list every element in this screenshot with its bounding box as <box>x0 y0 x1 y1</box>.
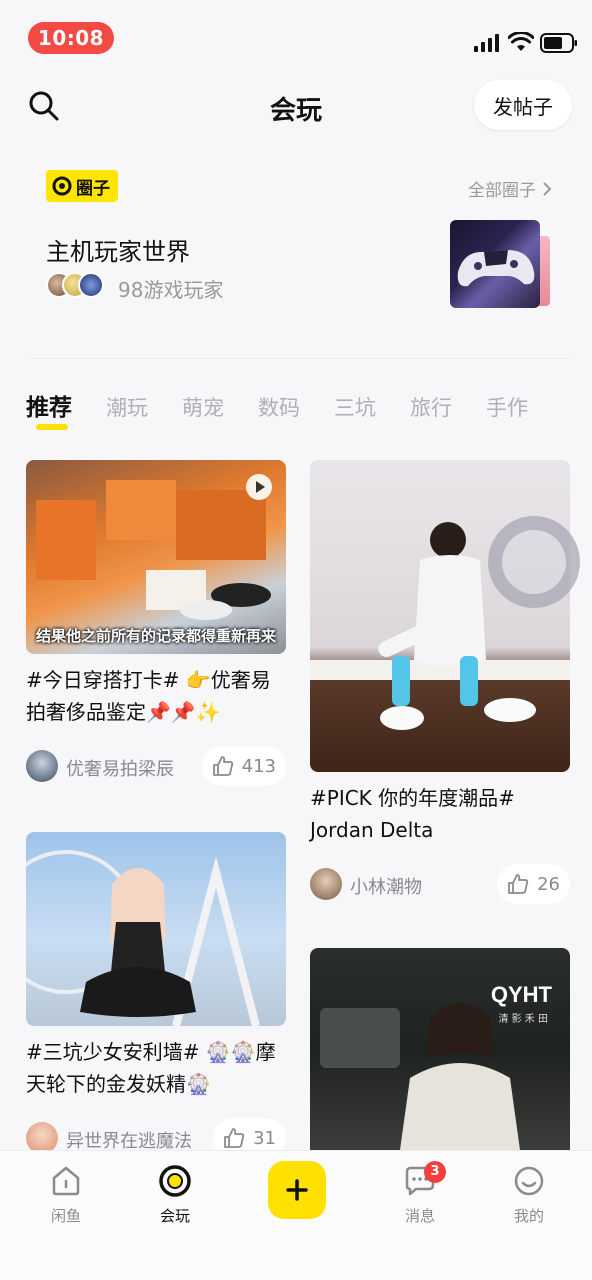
member-avatars <box>46 272 110 300</box>
nav-home[interactable]: 闲鱼 <box>26 1163 106 1226</box>
post-author-row: 优奢易拍梁辰 413 <box>26 746 286 786</box>
post-image <box>26 832 286 1026</box>
post-title: #PICK 你的年度潮品# Jordan Delta <box>310 786 515 842</box>
all-circles-link[interactable]: 全部圈子 <box>468 176 552 201</box>
feed-card[interactable]: QYHT 清 影 禾 田 <box>310 948 570 1150</box>
nav-messages-label: 消息 <box>404 1207 435 1225</box>
category-tabs: 推荐 潮玩 萌宠 数码 三坑 旅行 手作 <box>26 388 592 436</box>
tab-trendy-toys[interactable]: 潮玩 <box>106 392 148 422</box>
post-image: 结果他之前所有的记录都得重新再来 <box>26 460 286 654</box>
avatar[interactable] <box>26 750 58 782</box>
nav-mine-label: 我的 <box>513 1207 544 1225</box>
divider <box>28 358 570 359</box>
status-bar: 10:08 <box>0 0 592 76</box>
battery-icon <box>540 33 577 53</box>
member-count: 98游戏玩家 <box>118 278 224 302</box>
wifi-icon <box>508 32 534 51</box>
floating-assistive-button[interactable] <box>488 516 580 608</box>
like-count: 413 <box>241 755 276 777</box>
post-image: QYHT 清 影 禾 田 <box>310 948 570 1150</box>
header: 会玩 发帖子 <box>0 76 592 136</box>
video-caption: 结果他之前所有的记录都得重新再来 <box>35 627 276 645</box>
unread-badge: 3 <box>424 1161 446 1183</box>
home-icon <box>52 1166 80 1196</box>
author-name[interactable]: 优奢易拍梁辰 <box>66 755 174 781</box>
nav-play-label: 会玩 <box>159 1207 190 1225</box>
like-button[interactable]: 413 <box>201 746 286 786</box>
smiley-icon <box>514 1166 544 1196</box>
post-image-art <box>310 522 570 730</box>
post-title: #三坑少女安利墙# 🎡🎡摩天轮下的金发妖精🎡 <box>26 1040 276 1096</box>
signal-icon <box>474 34 499 52</box>
target-icon <box>159 1165 191 1197</box>
all-circles-label: 全部圈子 <box>468 181 536 201</box>
circle-card[interactable]: 圈子 全部圈子 主机玩家世界 98游戏玩家 <box>28 150 570 342</box>
brand-logo-subtext: 清 影 禾 田 <box>498 1014 548 1025</box>
post-image-art <box>320 1003 520 1150</box>
nav-mine[interactable]: 我的 <box>489 1163 569 1226</box>
tab-digital[interactable]: 数码 <box>258 392 300 422</box>
brand-logo-text: QYHT <box>490 982 552 1007</box>
post-image-art <box>26 850 260 1026</box>
circle-name: 主机玩家世界 <box>46 238 190 266</box>
thumbs-up-icon <box>224 1128 245 1148</box>
circle-target-icon <box>52 176 72 196</box>
chevron-right-icon <box>543 181 552 196</box>
post-author-row: 小林潮物 26 <box>310 864 570 904</box>
tab-sankeng[interactable]: 三坑 <box>334 392 376 422</box>
nav-play[interactable]: 会玩 <box>135 1163 215 1226</box>
feed-card[interactable]: 结果他之前所有的记录都得重新再来 #今日穿搭打卡# 👉优奢易拍奢侈品鉴定📌📌✨ … <box>26 460 286 786</box>
author-name[interactable]: 小林潮物 <box>350 873 422 899</box>
nav-messages[interactable]: 3 消息 <box>380 1161 460 1226</box>
post-title: #今日穿搭打卡# 👉优奢易拍奢侈品鉴定📌📌✨ <box>26 668 271 724</box>
bottom-nav: 闲鱼 会玩 3 消息 我的 <box>0 1150 592 1280</box>
like-count: 31 <box>253 1127 276 1149</box>
circle-thumbnail <box>450 220 540 308</box>
tab-active-indicator <box>36 424 68 430</box>
post-image <box>310 460 570 772</box>
thumbs-up-icon <box>508 874 529 894</box>
tab-pets[interactable]: 萌宠 <box>182 392 224 422</box>
publish-button[interactable] <box>268 1161 326 1219</box>
feed-card[interactable]: #三坑少女安利墙# 🎡🎡摩天轮下的金发妖精🎡 异世界在逃魔法 31 <box>26 832 286 1158</box>
video-play-icon <box>246 474 272 500</box>
tab-recommend[interactable]: 推荐 <box>26 388 72 422</box>
thumbs-up-icon <box>212 756 233 776</box>
circle-badge-label: 圈子 <box>76 178 110 199</box>
gamepad-image <box>457 250 535 287</box>
plus-icon <box>286 1179 308 1201</box>
tab-travel[interactable]: 旅行 <box>410 392 452 422</box>
tab-handmade[interactable]: 手作 <box>486 392 528 422</box>
like-button[interactable]: 26 <box>497 864 570 904</box>
nav-home-label: 闲鱼 <box>50 1207 81 1225</box>
circle-badge: 圈子 <box>46 170 118 202</box>
status-time: 10:08 <box>28 22 114 54</box>
post-button[interactable]: 发帖子 <box>474 80 572 130</box>
avatar[interactable] <box>310 868 342 900</box>
like-count: 26 <box>537 873 560 895</box>
avatar <box>78 272 104 298</box>
